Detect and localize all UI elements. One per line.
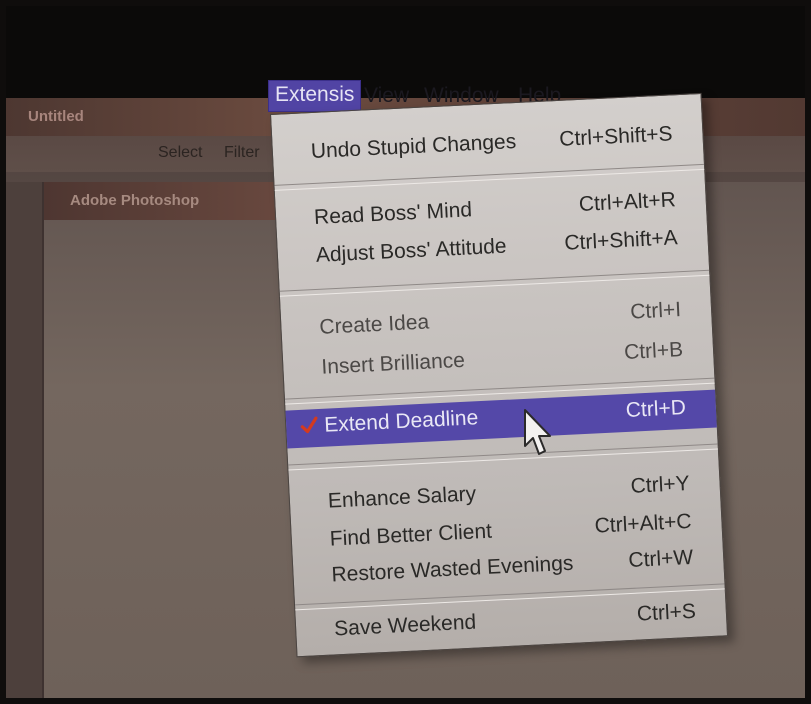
menu-item-shortcut: Ctrl+I: [629, 298, 682, 324]
tool-sidebar: [6, 182, 42, 698]
window-title: Untitled: [28, 108, 84, 125]
extensis-dropdown-menu: Undo Stupid Changes Ctrl+Shift+S Read Bo…: [270, 92, 729, 658]
menu-item-shortcut: Ctrl+D: [625, 396, 687, 422]
menu-item-shortcut: Ctrl+B: [623, 338, 684, 364]
menu-item-label: Enhance Salary: [327, 482, 477, 513]
menu-item-shortcut: Ctrl+Shift+A: [563, 226, 679, 255]
menu-separator: [288, 443, 718, 471]
menu-separator: [279, 269, 710, 297]
menu-item-label: Undo Stupid Changes: [310, 130, 517, 164]
menu-item-shortcut: Ctrl+Shift+S: [558, 122, 674, 151]
document-titlebar: Adobe Photoshop: [44, 182, 304, 220]
menu-item-label: Restore Wasted Evenings: [331, 551, 574, 587]
menu-select[interactable]: Select: [158, 144, 202, 162]
menu-item-label: Save Weekend: [333, 610, 477, 641]
menu-item-shortcut: Ctrl+S: [636, 599, 697, 626]
menu-item-shortcut: Ctrl+Y: [630, 471, 691, 498]
document-title: Adobe Photoshop: [70, 192, 200, 209]
menu-item-label: Read Boss' Mind: [313, 198, 473, 229]
menu-item-label: Insert Brilliance: [320, 348, 466, 379]
menu-item-shortcut: Ctrl+Alt+C: [594, 509, 692, 538]
menu-item-undo-stupid-changes[interactable]: Undo Stupid Changes Ctrl+Shift+S: [272, 116, 703, 171]
menu-item-shortcut: Ctrl+Alt+R: [578, 188, 677, 217]
menu-item-shortcut: Ctrl+W: [627, 545, 694, 573]
menu-filter[interactable]: Filter: [224, 144, 260, 162]
menu-item-label: Adjust Boss' Attitude: [315, 234, 508, 267]
checkmark-icon: [300, 416, 318, 434]
menu-item-label: Create Idea: [318, 310, 430, 339]
menu-item-label: Find Better Client: [329, 519, 493, 551]
menu-view[interactable]: View: [364, 84, 409, 108]
mouse-pointer-icon: [524, 409, 551, 455]
menu-item-label: Extend Deadline: [323, 406, 479, 437]
menu-extensis[interactable]: Extensis: [268, 80, 362, 112]
